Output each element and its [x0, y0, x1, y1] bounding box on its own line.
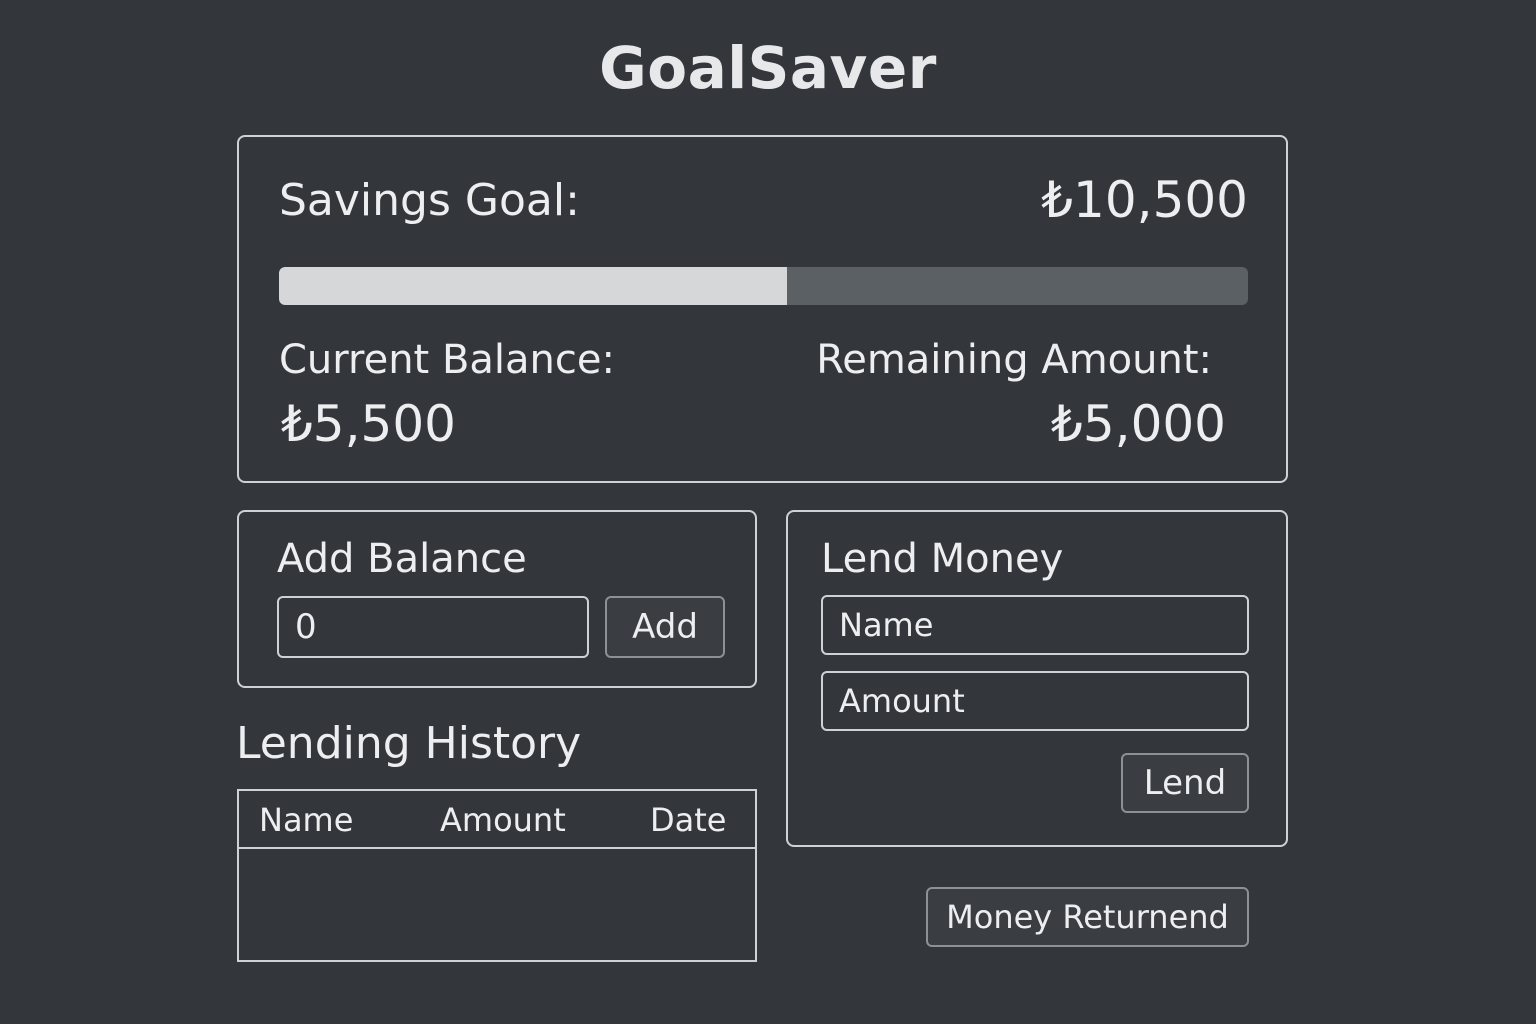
add-balance-input[interactable]: 0	[277, 596, 589, 658]
lending-history-table: Name Amount Date	[237, 789, 757, 962]
app-title: GoalSaver	[599, 34, 937, 102]
add-balance-card: Add Balance 0 Add	[237, 510, 757, 688]
add-balance-title: Add Balance	[277, 536, 527, 582]
column-header-amount: Amount	[440, 801, 566, 839]
lending-history-header: Name Amount Date	[239, 791, 755, 849]
savings-goal-label: Savings Goal:	[279, 175, 580, 226]
lend-button[interactable]: Lend	[1121, 753, 1249, 813]
lend-amount-input[interactable]: Amount	[821, 671, 1249, 731]
current-balance-value: ₺5,500	[281, 395, 456, 453]
column-header-name: Name	[259, 801, 354, 839]
remaining-amount-label: Remaining Amount:	[816, 337, 1212, 383]
add-balance-button[interactable]: Add	[605, 596, 725, 658]
lend-money-title: Lend Money	[821, 536, 1064, 582]
money-returned-button[interactable]: Money Returnend	[926, 887, 1249, 947]
column-header-date: Date	[650, 801, 727, 839]
savings-progress-bar	[279, 267, 1248, 305]
current-balance-label: Current Balance:	[279, 337, 615, 383]
lend-name-input[interactable]: Name	[821, 595, 1249, 655]
lending-history-title: Lending History	[236, 718, 582, 769]
savings-goal-card: Savings Goal: ₺10,500 Current Balance: ₺…	[237, 135, 1288, 483]
remaining-amount-value: ₺5,000	[1051, 395, 1226, 453]
lend-money-card: Lend Money Name Amount Lend	[786, 510, 1288, 847]
savings-goal-value: ₺10,500	[1041, 171, 1248, 229]
savings-progress-fill	[279, 267, 787, 305]
goalsaver-app: GoalSaver Savings Goal: ₺10,500 Current …	[0, 0, 1536, 1024]
